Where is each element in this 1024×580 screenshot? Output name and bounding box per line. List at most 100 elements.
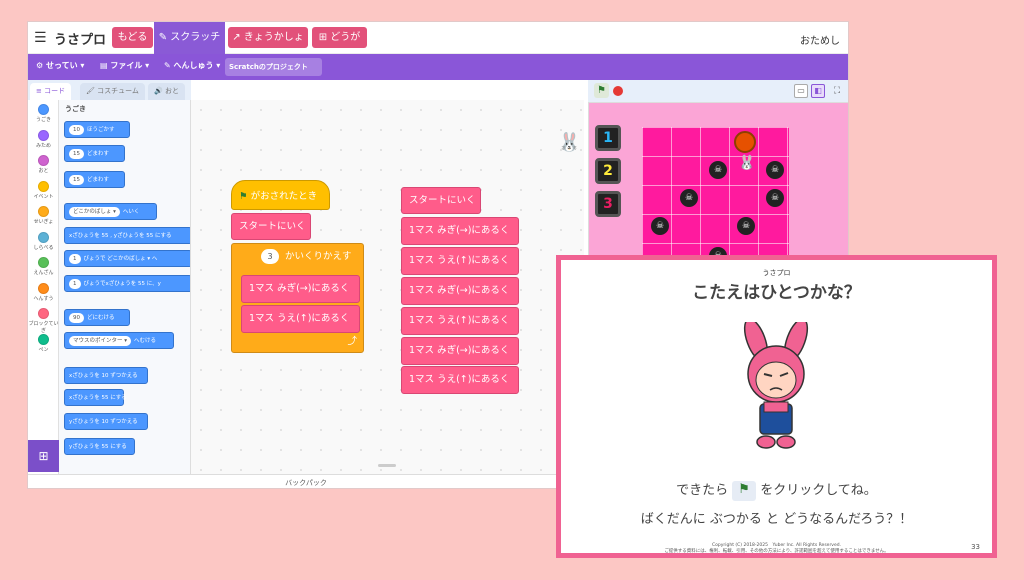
- palette-motion-block[interactable]: どこかのばしょ ▾ へいく: [64, 203, 157, 220]
- category-5[interactable]: せいぎょ: [28, 206, 59, 225]
- block-input[interactable]: 1: [69, 279, 81, 289]
- card-copyright: Copyright (C) 2018-2025 Yuber Inc. All R…: [561, 543, 992, 555]
- tab-code[interactable]: ≡ コード: [30, 83, 72, 100]
- page-number: 33: [971, 543, 980, 551]
- textbook-label: きょうかしょ: [243, 32, 304, 43]
- palette-motion-block[interactable]: 10 ほうごかす: [64, 121, 130, 138]
- palette-motion-block[interactable]: xざひょうを 10 ずつかえる: [64, 367, 148, 384]
- green-flag-icon: ⚑: [732, 480, 757, 501]
- fullscreen-icon[interactable]: ⛶: [830, 84, 844, 98]
- tab-costume-label: コスチューム: [97, 87, 139, 95]
- block-input[interactable]: マウスのポインター ▾: [69, 336, 132, 346]
- bomb-icon: ☠: [651, 217, 669, 235]
- block-input[interactable]: 15: [69, 149, 84, 159]
- repeat-count[interactable]: 3: [261, 249, 279, 264]
- category-1[interactable]: うごき: [28, 104, 59, 123]
- palette-motion-block[interactable]: 15 どまわす: [64, 145, 125, 162]
- level-1-button[interactable]: 1: [595, 125, 621, 151]
- workspace-scroll-handle[interactable]: [378, 464, 396, 467]
- category-10[interactable]: ペン: [28, 333, 59, 353]
- category-4[interactable]: イベント: [28, 180, 59, 200]
- category-label: ブロックていぎ: [28, 321, 59, 334]
- category-list: うごきみためおとイベントせいぎょしらべるえんざんへんすうブロックていぎペン: [28, 100, 59, 488]
- card-line1-pre: できたら: [676, 483, 729, 498]
- block-input[interactable]: 10: [69, 125, 84, 135]
- category-2[interactable]: みため: [28, 129, 59, 149]
- palette-motion-block[interactable]: xざひょうを 55 にする: [64, 389, 127, 406]
- category-label: えんざん: [33, 270, 54, 276]
- settings-menu[interactable]: ⚙ せってい ▾: [36, 60, 84, 71]
- video-button[interactable]: ⊞ どうが: [312, 27, 367, 48]
- menu-icon[interactable]: ☰: [34, 30, 47, 46]
- block-palette: うごき 10 ほうごかす 15 どまわす 15 どまわす どこかのばしょ ▾ へいく xざひょう…: [59, 100, 191, 488]
- go-to-start-block[interactable]: スタートにいく: [231, 213, 311, 240]
- palette-motion-block[interactable]: 1 びょうで どこかのばしょ ▾ へ: [64, 250, 190, 267]
- brand-name: うさプロ: [54, 33, 107, 48]
- bunny-character-icon: [743, 322, 809, 449]
- video-label: どうが: [330, 32, 361, 43]
- bomb-icon: ☠: [766, 161, 784, 179]
- category-label: ペン: [38, 346, 49, 353]
- edit-menu[interactable]: ✎ へんしゅう ▾: [164, 60, 220, 71]
- category-label: しらべる: [33, 244, 54, 251]
- stage[interactable]: 1 2 3 ☠ ☠ ☠ ☠ ☠ ☠ ☠ 🐰: [588, 102, 848, 281]
- move-up-block[interactable]: 1マス うえ(↑)にあるく: [241, 305, 360, 333]
- palette-motion-block[interactable]: 15 どまわす: [64, 171, 125, 188]
- bomb-icon: ☠: [766, 189, 784, 207]
- right-move-block[interactable]: 1マス うえ(↑)にあるく: [401, 307, 519, 335]
- palette-motion-block[interactable]: 90 どにむける: [64, 309, 130, 326]
- block-input[interactable]: 1: [69, 254, 81, 264]
- tab-sound[interactable]: 🔊 おと: [148, 83, 185, 100]
- block-label: ほうごかす: [87, 127, 115, 133]
- palette-motion-block[interactable]: yざひょうを 55 にする: [64, 438, 135, 455]
- extension-button[interactable]: ⊞: [28, 440, 59, 472]
- category-dot-icon: [38, 180, 49, 192]
- tab-costume[interactable]: 🖌 コスチューム: [80, 83, 145, 100]
- right-move-block[interactable]: 1マス みぎ(→)にあるく: [401, 217, 519, 245]
- category-dot-icon: [38, 104, 49, 115]
- category-3[interactable]: おと: [28, 155, 59, 174]
- tab-scratch[interactable]: ✎ スクラッチ: [154, 22, 225, 54]
- category-label: せいぎょ: [33, 219, 54, 225]
- block-input[interactable]: 15: [69, 175, 84, 185]
- category-dot-icon: [38, 257, 49, 268]
- stop-button[interactable]: [613, 86, 623, 96]
- level-2-button[interactable]: 2: [595, 158, 621, 184]
- palette-motion-block[interactable]: yざひょうを 10 ずつかえる: [64, 413, 148, 430]
- block-label: xざひょうを 10 ずつかえる: [69, 373, 138, 379]
- block-input[interactable]: どこかのばしょ ▾: [69, 207, 120, 217]
- category-dot-icon: [38, 206, 49, 217]
- right-go-to-start-block[interactable]: スタートにいく: [401, 187, 481, 214]
- category-9[interactable]: ブロックていぎ: [28, 308, 59, 334]
- palette-motion-block[interactable]: xざひょうを 55 , yざひょうを 55 にする: [64, 227, 190, 244]
- category-7[interactable]: えんざん: [28, 257, 59, 276]
- back-button[interactable]: もどる: [112, 27, 153, 48]
- right-move-block[interactable]: 1マス うえ(↑)にあるく: [401, 366, 519, 394]
- backpack[interactable]: バックパック: [28, 474, 584, 488]
- tryout-label[interactable]: おためし: [800, 32, 840, 47]
- card-brand: うさプロ: [762, 269, 791, 277]
- palette-motion-block[interactable]: 1 びょうでxざひょうを 55 に、y: [64, 275, 190, 292]
- palette-motion-block[interactable]: マウスのポインター ▾ へむける: [64, 332, 174, 349]
- project-name-input[interactable]: Scratchのプロジェクト: [225, 58, 322, 76]
- category-8[interactable]: へんすう: [28, 282, 59, 302]
- textbook-button[interactable]: ↗ きょうかしょ: [228, 27, 308, 48]
- block-input[interactable]: 90: [69, 313, 84, 323]
- right-move-block[interactable]: 1マス みぎ(→)にあるく: [401, 337, 519, 365]
- block-label: どまわす: [87, 151, 110, 157]
- small-stage-icon[interactable]: ▭: [794, 84, 808, 98]
- right-move-block[interactable]: 1マス うえ(↑)にあるく: [401, 247, 519, 275]
- right-move-block[interactable]: 1マス みぎ(→)にあるく: [401, 277, 519, 305]
- level-3-button[interactable]: 3: [595, 191, 621, 217]
- code-workspace[interactable]: ⚑ がおされたとき スタートにいく 3 かいくりかえす ⤴ 1マス みぎ(→)にあ…: [191, 100, 584, 488]
- editor-tabs: ≡ コード 🖌 コスチューム 🔊 おと: [28, 80, 191, 100]
- category-label: みため: [35, 142, 51, 149]
- when-flag-clicked-block[interactable]: ⚑ がおされたとき: [231, 180, 330, 210]
- palette-section-title: うごき: [65, 105, 86, 113]
- file-menu[interactable]: ▤ ファイル ▾: [100, 60, 149, 71]
- move-right-block[interactable]: 1マス みぎ(→)にあるく: [241, 275, 360, 303]
- green-flag-button[interactable]: ⚑: [594, 83, 609, 98]
- large-stage-icon[interactable]: ◧: [811, 84, 825, 98]
- category-6[interactable]: しらべる: [28, 231, 59, 251]
- sprite-thumbnail-icon: 🐰: [558, 132, 581, 153]
